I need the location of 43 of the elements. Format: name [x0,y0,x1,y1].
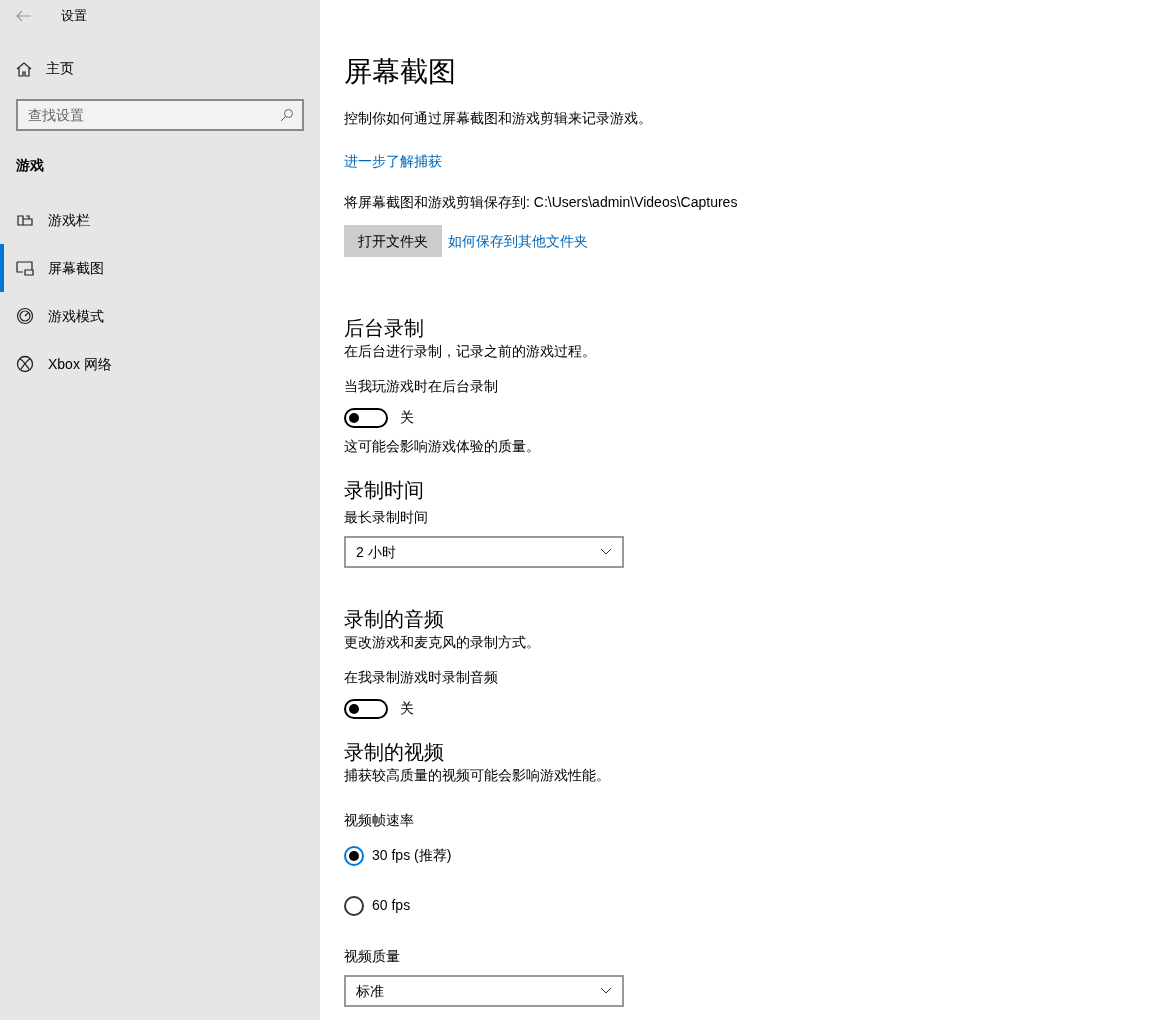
radio-button[interactable] [344,895,364,916]
section-heading: 录制的视频 [344,740,445,765]
learn-more-link[interactable]: 进一步了解捕获 [344,151,442,172]
toggle-switch[interactable] [344,698,388,719]
toggle-state: 关 [400,408,414,427]
home-icon [16,60,32,77]
radio-button[interactable] [344,845,364,866]
toggle-switch[interactable] [344,407,388,428]
xbox-icon [16,355,34,373]
screen-capture-icon [16,259,34,277]
dropdown[interactable]: 2 小时 [344,536,624,568]
dropdown[interactable]: 标准 [344,975,624,1007]
dropdown-label: 视频质量 [344,947,401,966]
other-folder-link[interactable]: 如何保存到其他文件夹 [448,230,588,252]
search-field[interactable]: 查找设置 [16,99,304,131]
save-path-text: 将屏幕截图和游戏剪辑保存到: C:\Users\admin\Videos\Captures [344,193,738,212]
nav-item[interactable]: 游戏栏 [0,196,320,244]
window-title: 设置 [61,7,87,26]
section-heading: 录制时间 [344,478,425,503]
dropdown-label: 最长录制时间 [344,508,429,527]
chevron-down-icon [600,548,612,556]
section-heading: 后台录制 [344,316,425,341]
note-text: 这可能会影响游戏体验的质量。 [344,437,541,456]
nav-item[interactable]: 游戏模式 [0,292,320,340]
section-heading: 录制的音频 [344,607,445,632]
radio-label: 60 fps [372,896,411,915]
toggle-state: 关 [400,699,414,718]
page-description: 控制你如何通过屏幕截图和游戏剪辑来记录游戏。 [344,109,653,128]
group-header: 游戏 [15,156,45,175]
page-title: 屏幕截图 [344,55,457,89]
gauge-icon [16,307,34,325]
toggle-label: 当我玩游戏时在后台录制 [344,377,499,396]
section-description: 捕获较高质量的视频可能会影响游戏性能。 [344,766,611,785]
search-icon [280,108,294,122]
section-description: 更改游戏和麦克风的录制方式。 [344,633,541,652]
section-description: 在后台进行录制，记录之前的游戏过程。 [344,342,597,361]
radio-group-label: 视频帧速率 [344,811,415,830]
open-folder-button[interactable]: 打开文件夹 [344,225,442,257]
nav-item[interactable]: Xbox 网络 [0,340,320,388]
toggle-label: 在我录制游戏时录制音频 [344,668,499,687]
radio-label: 30 fps (推荐) [372,846,452,865]
chevron-down-icon [600,987,612,995]
home-item[interactable]: 主页 [0,58,320,79]
